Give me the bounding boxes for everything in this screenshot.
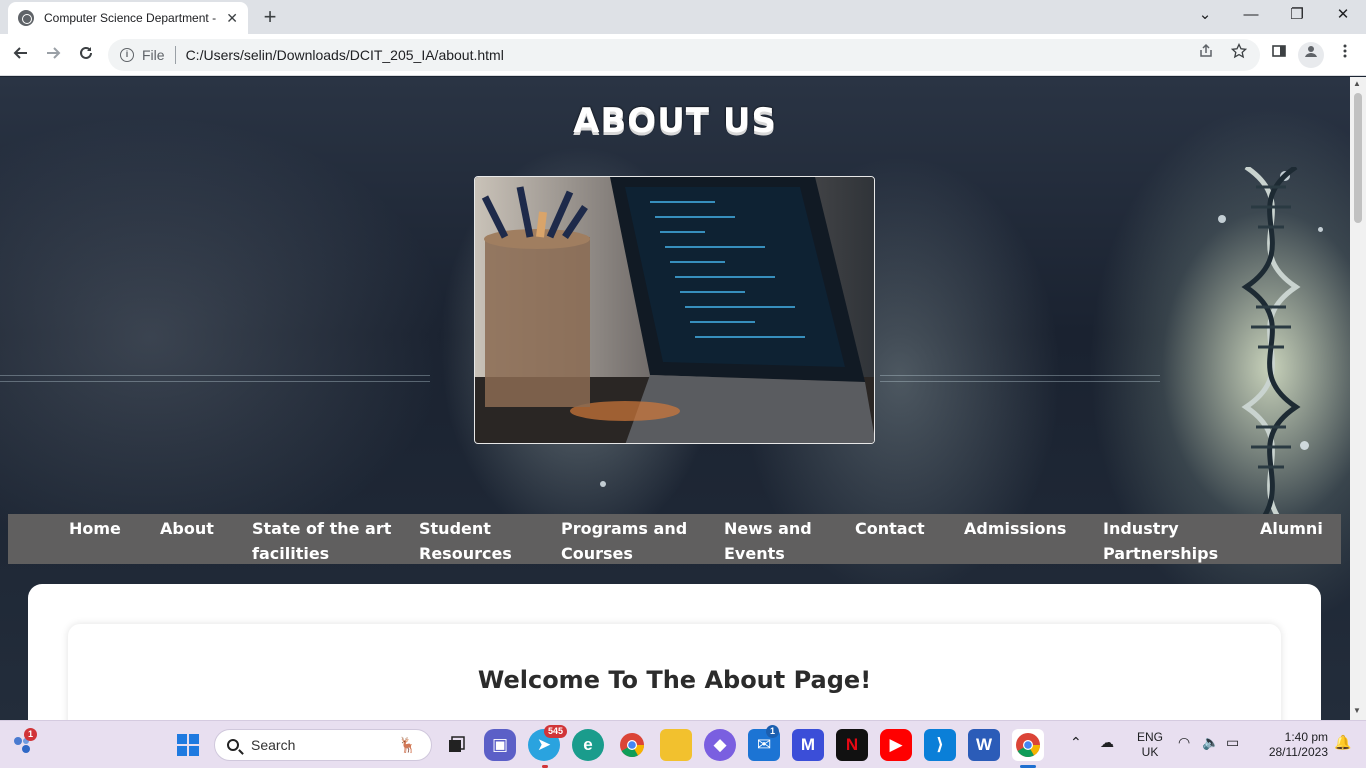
browser-menu-icon[interactable] (1332, 42, 1358, 68)
show-hidden-icons-chevron-icon[interactable]: ⌃ (1070, 735, 1082, 750)
mail-badge: 1 (766, 725, 780, 738)
close-tab-icon[interactable]: ✕ (226, 10, 238, 27)
visual-studio-code-icon[interactable]: ⟩ (924, 729, 956, 761)
site-info-icon[interactable]: i (120, 48, 134, 62)
edge-icon[interactable]: e (572, 729, 604, 761)
nav-link-contact[interactable]: Contact (855, 516, 925, 541)
bookmark-star-icon[interactable] (1230, 39, 1248, 71)
close-window-button[interactable]: ✕ (1320, 4, 1366, 26)
deer-illustration-icon: 🦌 (398, 737, 417, 754)
background-line (880, 381, 1160, 382)
netflix-icon[interactable]: N (836, 729, 868, 761)
address-url[interactable]: C:/Users/selin/Downloads/DCIT_205_IA/abo… (186, 47, 504, 63)
hero-image (474, 176, 875, 444)
profile-avatar-icon[interactable] (1298, 42, 1324, 68)
background-line (0, 375, 430, 376)
content-section: Welcome To The About Page! (28, 584, 1321, 720)
windows-start-icon[interactable] (172, 729, 204, 761)
task-view-icon[interactable] (440, 729, 472, 761)
page-scrollbar[interactable]: ▲ ▼ (1350, 77, 1366, 720)
address-divider (174, 46, 176, 64)
nav-link-facilities[interactable]: State of the art facilities (252, 516, 392, 566)
clock-time: 1:40 pm (1284, 730, 1328, 744)
vscode-remote-icon[interactable]: M (792, 729, 824, 761)
background-dot (1318, 227, 1323, 232)
search-icon (227, 739, 239, 751)
nav-link-programs[interactable]: Programs and Courses (561, 516, 691, 566)
forward-arrow-icon[interactable] (40, 42, 66, 68)
mail-icon[interactable]: ✉ 1 (748, 725, 780, 761)
browser-tab-active[interactable]: Computer Science Department - ✕ (8, 2, 248, 34)
nav-link-about[interactable]: About (160, 516, 214, 541)
welcome-card: Welcome To The About Page! (68, 624, 1281, 720)
page-viewport: ABOUT US Home About State of the art fac… (0, 77, 1350, 720)
background-line (880, 375, 1160, 376)
windows-taskbar: 1 Search 🦌 ▣ ➤ 545 e ◆ ✉ 1 M N ▶ ⟩ W ⌃ ☁… (0, 720, 1366, 768)
teams-chat-icon[interactable]: ▣ (484, 729, 516, 761)
widgets-badge: 1 (24, 728, 38, 741)
telegram-icon[interactable]: ➤ 545 (528, 725, 568, 761)
widgets-icon[interactable]: 1 (6, 728, 38, 761)
tab-title: Computer Science Department - (44, 11, 217, 25)
telegram-badge: 545 (544, 725, 568, 738)
notifications-icon[interactable]: 🔔 (1334, 735, 1351, 750)
tab-search-chevron-icon[interactable]: ⌄ (1182, 4, 1228, 26)
background-line (0, 381, 430, 382)
browser-toolbar: i File C:/Users/selin/Downloads/DCIT_205… (0, 34, 1366, 76)
nav-link-student-resources[interactable]: Student Resources (419, 516, 519, 566)
clock[interactable]: 1:40 pm 28/11/2023 (1256, 730, 1328, 760)
nav-link-news[interactable]: News and Events (724, 516, 824, 566)
taskbar-search-input[interactable]: Search 🦌 (214, 729, 432, 761)
reload-icon[interactable] (73, 42, 99, 68)
youtube-icon[interactable]: ▶ (880, 729, 912, 761)
scroll-up-arrow-icon[interactable]: ▲ (1353, 79, 1361, 88)
back-arrow-icon[interactable] (8, 42, 34, 68)
laptop-photo (475, 177, 874, 443)
nav-link-admissions[interactable]: Admissions (964, 516, 1066, 541)
address-bar[interactable]: i File C:/Users/selin/Downloads/DCIT_205… (108, 39, 1260, 71)
nav-link-industry[interactable]: Industry Partnerships (1103, 516, 1223, 566)
onedrive-icon[interactable]: ☁ (1100, 735, 1114, 750)
language-code: ENG (1136, 730, 1163, 744)
share-icon[interactable] (1198, 39, 1214, 71)
scrollbar-thumb[interactable] (1354, 93, 1362, 223)
side-panel-icon[interactable] (1266, 42, 1292, 68)
main-navigation: Home About State of the art facilities S… (8, 514, 1341, 564)
background-dot (1218, 215, 1226, 223)
new-tab-button[interactable]: + (258, 4, 282, 30)
language-indicator[interactable]: ENG UK (1134, 730, 1166, 760)
wifi-icon[interactable]: ◠ (1178, 735, 1190, 750)
restore-button[interactable]: ❐ (1274, 4, 1320, 26)
battery-icon[interactable]: ▭ (1226, 735, 1239, 750)
welcome-heading: Welcome To The About Page! (477, 666, 872, 694)
page-heading: ABOUT US (573, 101, 777, 141)
copilot-icon[interactable]: ◆ (704, 729, 736, 761)
tab-strip: Computer Science Department - ✕ + ⌄ — ❐ … (0, 0, 1366, 34)
clock-date: 28/11/2023 (1268, 745, 1328, 759)
search-label: Search (251, 737, 296, 753)
dna-helix-graphic (1241, 167, 1301, 537)
chrome-icon[interactable] (616, 729, 648, 761)
address-scheme: File (142, 47, 165, 63)
word-icon[interactable]: W (968, 729, 1000, 761)
scroll-down-arrow-icon[interactable]: ▼ (1353, 706, 1361, 715)
nav-link-alumni[interactable]: Alumni (1260, 516, 1323, 541)
chrome-active-icon[interactable] (1012, 729, 1044, 761)
globe-icon (18, 10, 34, 26)
file-explorer-icon[interactable] (660, 729, 692, 761)
nav-link-home[interactable]: Home (69, 516, 121, 541)
volume-icon[interactable]: 🔈 (1202, 735, 1219, 750)
keyboard-layout: UK (1141, 745, 1159, 759)
background-dot (600, 481, 606, 487)
minimize-button[interactable]: — (1228, 4, 1274, 26)
